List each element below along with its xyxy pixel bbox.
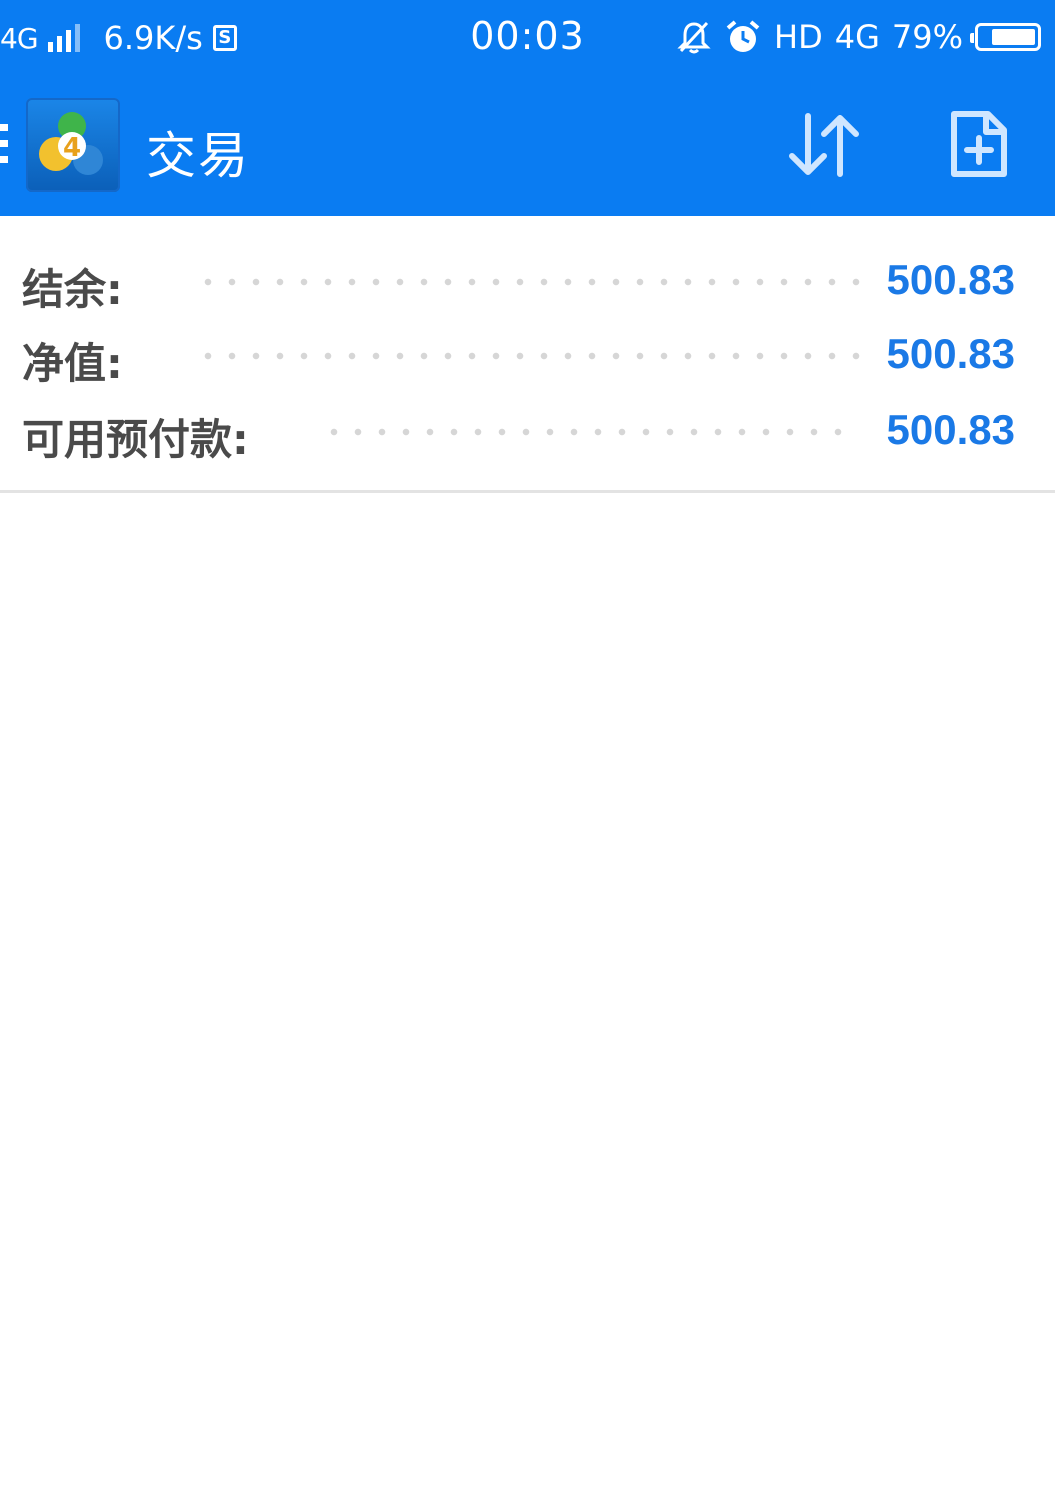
equity-row: 净值: 500.83 — [0, 324, 1055, 388]
hd-label: HD — [774, 18, 823, 56]
equity-label: 净值: — [22, 339, 123, 388]
trade-screen: 4G 6.9K/s S 00:03 HD 4G 79% 4 交易 结余: 500… — [0, 0, 1055, 1486]
dot-leader — [196, 352, 860, 360]
dot-leader — [196, 278, 860, 286]
dot-leader — [322, 428, 848, 436]
battery-icon — [970, 23, 1041, 51]
page-title: 交易 — [146, 127, 250, 185]
app-bar: 4 交易 — [0, 76, 1055, 216]
battery-percent: 79% — [891, 18, 963, 56]
free-margin-row: 可用预付款: 500.83 — [0, 400, 1055, 464]
free-margin-value: 500.83 — [886, 406, 1015, 453]
status-bar: 4G 6.9K/s S 00:03 HD 4G 79% — [0, 0, 1055, 76]
divider — [0, 490, 1055, 493]
balance-label: 结余: — [22, 265, 123, 314]
mute-icon — [677, 21, 711, 54]
logo-number: 4 — [63, 133, 81, 163]
sort-icon[interactable] — [784, 110, 862, 180]
balance-row: 结余: 500.83 — [0, 250, 1055, 314]
alarm-icon — [726, 20, 760, 52]
free-margin-label: 可用预付款: — [22, 415, 249, 464]
new-order-icon[interactable] — [948, 108, 1010, 180]
network-type: 4G — [834, 18, 880, 56]
menu-icon[interactable] — [0, 124, 8, 166]
balance-value: 500.83 — [886, 256, 1015, 303]
metatrader-logo: 4 — [26, 98, 120, 192]
account-summary: 结余: 500.83 净值: 500.83 可用预付款: 500.83 — [0, 216, 1055, 492]
equity-value: 500.83 — [886, 330, 1015, 377]
status-right: HD 4G 79% — [676, 14, 1041, 60]
